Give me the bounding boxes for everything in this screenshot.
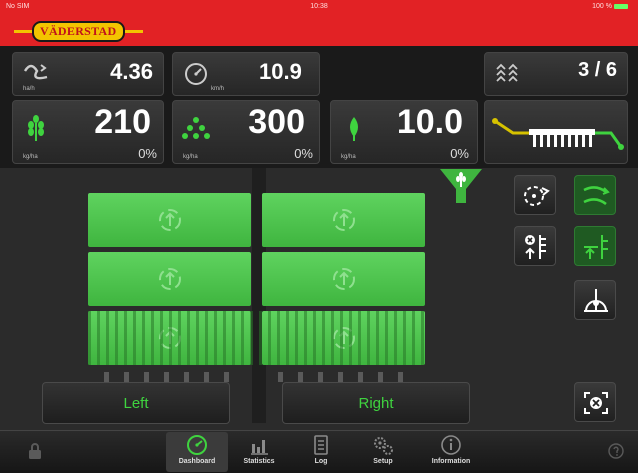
coulter-tine [358,372,363,382]
seed-rate-tile: kg/ha 210 0% [12,100,164,164]
tramline-shift-icon [583,186,610,206]
hopper-funnel-icon [440,169,482,203]
reset-sections-button[interactable] [574,382,616,422]
lock-icon[interactable] [28,442,42,460]
area-rate-unit: ha/h [23,86,35,92]
microgranule-unit: kg/ha [341,154,356,160]
information-icon [441,435,461,455]
coulter-tine [184,372,189,382]
seed-icon [28,115,44,141]
calibration-icon [584,289,608,312]
fertilizer-value: 300 [248,103,305,141]
drop-seed-icon [350,117,358,141]
marker-lift-button[interactable] [514,226,556,266]
metering-rotor-icon [332,209,355,231]
tab-setup[interactable]: Setup [352,432,414,472]
seed-unit: kg/ha [23,154,38,160]
tramline-tile: 3 / 6 [484,52,628,96]
section-right-2[interactable] [262,252,425,306]
seed-deviation: 0% [138,146,157,161]
coulter-tine [298,372,303,382]
speedometer-icon [185,63,207,85]
dashboard-icon [187,435,207,455]
coulter-tine [278,372,283,382]
coulter-tine [144,372,149,382]
left-section-button[interactable]: Left [42,382,230,424]
battery-icon [614,3,628,9]
coulter-tine [224,372,229,382]
speed-value: 10.9 [259,59,302,84]
area-rate-tile: ha/h 4.36 [12,52,164,96]
tramline-icon [496,63,518,82]
tab-information[interactable]: Information [420,432,482,472]
clock: 10:38 [310,3,328,10]
metering-rotor-icon [158,268,181,290]
setup-icon [374,437,393,455]
fertilizer-rate-tile: kg/ha 300 0% [172,100,320,164]
tab-log-label: Log [314,458,328,465]
coulter-tine [378,372,383,382]
tab-dashboard-label: Dashboard [178,458,216,465]
log-icon [314,435,328,455]
coulter-tine [124,372,129,382]
coulter-tine [398,372,403,382]
metering-rotor-icon [332,268,355,290]
fertilizer-deviation: 0% [294,146,313,161]
area-rate-value: 4.36 [110,59,153,84]
tab-setup-label: Setup [373,458,393,465]
battery-indicator: 100 % [592,3,628,10]
statistics-icon [251,440,268,455]
section-left-1[interactable] [88,193,251,247]
microgranule-deviation: 0% [450,146,469,161]
speed-tile: km/h 10.9 [172,52,320,96]
tab-information-label: Information [431,458,471,465]
speed-unit: km/h [211,86,225,92]
tab-dashboard[interactable]: Dashboard [166,432,228,472]
coulter-tine [338,372,343,382]
section-right-1[interactable] [262,193,425,247]
coulter-tine [104,372,109,382]
coulter-tine [164,372,169,382]
coulter-tine [204,372,209,382]
section-left-2[interactable] [88,252,251,306]
brand-logo: VÄDERSTAD [14,21,143,42]
tramline-value: 3 / 6 [578,59,617,81]
calibration-button[interactable] [574,280,616,320]
rotate-metering-icon [524,186,550,206]
tab-statistics-label: Statistics [243,458,275,465]
machine-status-tile[interactable] [484,100,628,164]
top-bar: No SIM 10:38 100 % VÄDERSTAD [0,0,638,46]
coulter-tine [318,372,323,382]
reset-sections-icon [584,392,608,414]
area-rate-icon [23,64,48,80]
microgranule-rate-tile: kg/ha 10.0 0% [330,100,478,164]
tramline-shift-button[interactable] [574,175,616,215]
seed-value: 210 [94,103,151,141]
rotate-metering-button[interactable] [514,175,556,215]
right-section-button[interactable]: Right [282,382,470,424]
marker-lower-button[interactable] [574,226,616,266]
tab-log[interactable]: Log [290,432,352,472]
microgranule-value: 10.0 [396,103,463,141]
fertilizer-icon [182,117,210,139]
brand-logo-text: VÄDERSTAD [32,21,125,42]
marker-lower-icon [584,235,608,259]
marker-lift-icon [525,235,546,259]
drill-machine-icon [492,118,624,150]
fertilizer-unit: kg/ha [183,154,198,160]
metering-rotor-icon [158,209,181,231]
coulter-row-overlay [88,311,425,365]
tab-statistics[interactable]: Statistics [228,432,290,472]
help-icon[interactable] [608,443,624,459]
